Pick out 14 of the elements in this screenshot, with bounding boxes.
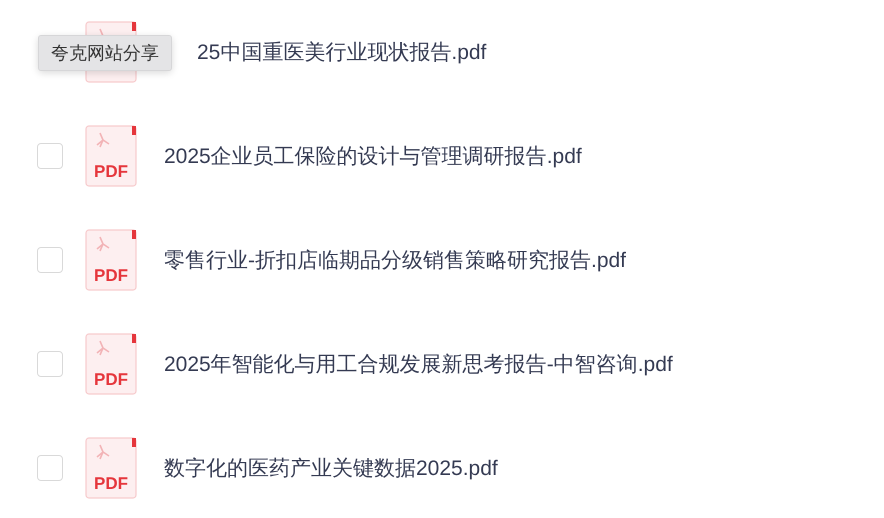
file-name[interactable]: 零售行业-折扣店临期品分级销售策略研究报告.pdf <box>164 246 626 274</box>
checkbox[interactable] <box>37 143 63 169</box>
tooltip: 夸克网站分享 <box>38 35 172 71</box>
file-name[interactable]: 2025企业员工保险的设计与管理调研报告.pdf <box>164 142 582 170</box>
file-name[interactable]: 25中国重医美行业现状报告.pdf <box>197 38 486 66</box>
checkbox[interactable] <box>37 351 63 377</box>
file-name[interactable]: 数字化的医药产业关键数据2025.pdf <box>164 454 498 482</box>
checkbox[interactable] <box>37 455 63 481</box>
file-name[interactable]: 2025年智能化与用工合规发展新思考报告-中智咨询.pdf <box>164 350 673 378</box>
checkbox[interactable] <box>37 247 63 273</box>
pdf-file-icon: PDF <box>85 333 137 395</box>
pdf-file-icon: PDF <box>85 125 137 187</box>
pdf-file-icon: PDF <box>85 229 137 291</box>
pdf-file-icon: PDF <box>85 437 137 499</box>
